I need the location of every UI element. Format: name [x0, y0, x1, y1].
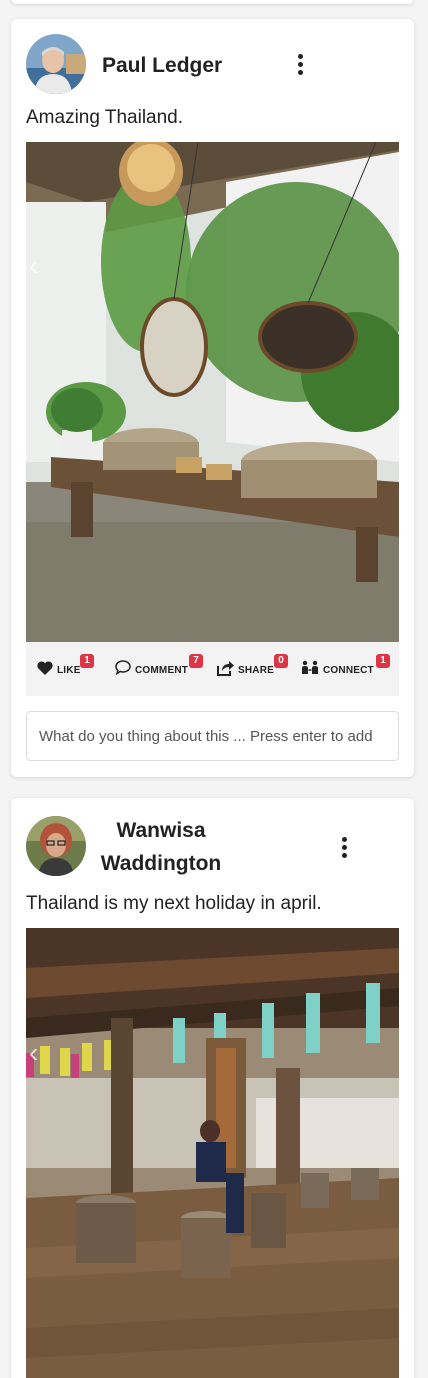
- post-card: Wanwisa Waddington Thailand is my next h…: [11, 798, 414, 1378]
- more-options-button[interactable]: [333, 833, 357, 863]
- connect-count-badge: 1: [376, 654, 390, 668]
- post-text: Thailand is my next holiday in april.: [26, 893, 322, 914]
- carousel-prev-button[interactable]: ‹: [29, 251, 45, 281]
- comment-count-badge: 7: [189, 654, 203, 668]
- author-name[interactable]: Wanwisa Waddington: [86, 814, 236, 880]
- post-text: Amazing Thailand.: [26, 107, 184, 128]
- like-label: LIKE: [57, 664, 81, 676]
- chevron-left-icon: ‹: [29, 250, 39, 281]
- carousel-prev-button[interactable]: ‹: [29, 1038, 45, 1068]
- comment-icon: [115, 660, 131, 680]
- post-image[interactable]: [26, 928, 399, 1378]
- previous-post-card-edge: [11, 0, 414, 4]
- author-avatar[interactable]: [26, 816, 86, 876]
- chevron-left-icon: ‹: [29, 1037, 39, 1068]
- author-name[interactable]: Paul Ledger: [102, 49, 222, 82]
- heart-icon: [37, 660, 53, 680]
- like-count-badge: 1: [80, 654, 94, 668]
- like-button[interactable]: LIKE 1: [37, 654, 94, 680]
- share-button[interactable]: SHARE 0: [216, 654, 288, 681]
- share-count-badge: 0: [274, 654, 288, 668]
- connect-label: CONNECT: [323, 664, 374, 676]
- connect-button[interactable]: CONNECT 1: [301, 654, 390, 681]
- comment-input[interactable]: [26, 711, 399, 761]
- post-actions-bar: LIKE 1 COMMENT 7 SHARE 0 CONNECT 1: [26, 642, 399, 696]
- post-card: Paul Ledger Amazing Thailand. ‹ LIKE 1 C…: [11, 19, 414, 777]
- connect-icon: [301, 660, 319, 681]
- post-image[interactable]: [26, 142, 399, 642]
- more-options-button[interactable]: [289, 50, 313, 80]
- author-avatar[interactable]: [26, 34, 86, 94]
- comment-label: COMMENT: [135, 664, 189, 676]
- comment-button[interactable]: COMMENT 7: [115, 654, 203, 680]
- share-icon: [216, 660, 234, 681]
- share-label: SHARE: [238, 664, 275, 676]
